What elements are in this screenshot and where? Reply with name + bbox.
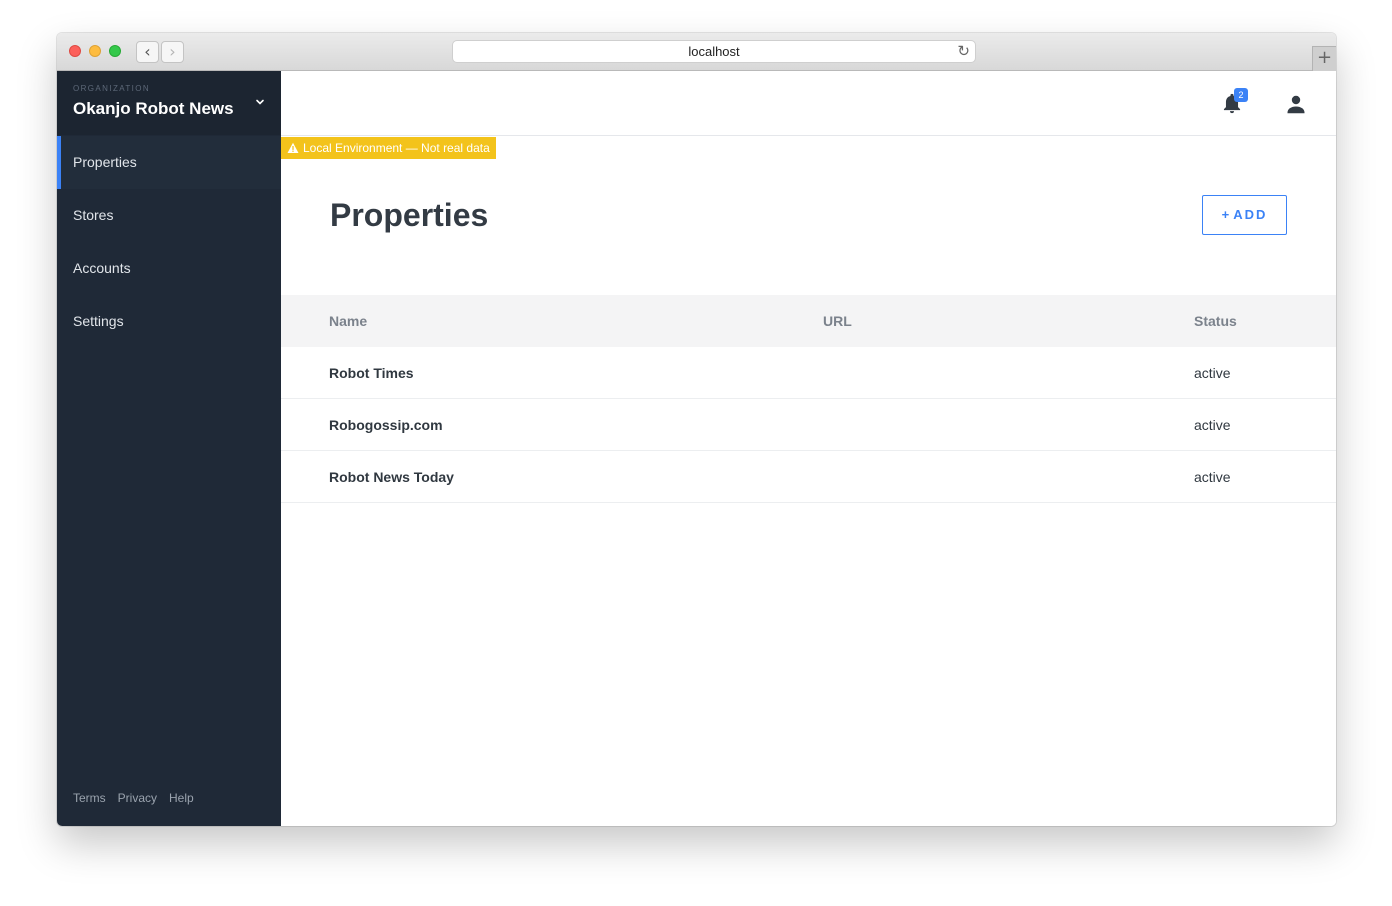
address-bar[interactable]: localhost ↻ <box>452 40 976 63</box>
back-button[interactable]: ‹ <box>136 41 159 63</box>
warning-icon <box>287 142 299 153</box>
environment-warning-banner: Local Environment — Not real data <box>281 137 496 159</box>
organization-name: Okanjo Robot News <box>73 99 234 118</box>
add-property-button[interactable]: + ADD <box>1202 195 1287 235</box>
top-bar: 2 <box>281 71 1336 136</box>
privacy-link[interactable]: Privacy <box>118 791 157 805</box>
sidebar-item-accounts[interactable]: Accounts <box>57 242 281 295</box>
reload-icon[interactable]: ↻ <box>957 41 970 62</box>
table-row[interactable]: Robot News Today active <box>281 451 1336 503</box>
sidebar: ORGANIZATION Okanjo Robot News Propertie… <box>57 71 281 826</box>
column-header-status[interactable]: Status <box>1194 295 1237 347</box>
plus-icon: + <box>1316 47 1333 68</box>
notification-count-badge: 2 <box>1234 88 1248 102</box>
browser-titlebar: ‹ › localhost ↻ + <box>57 33 1336 71</box>
property-name[interactable]: Robot Times <box>329 347 414 399</box>
organization-caption: ORGANIZATION <box>73 84 151 93</box>
add-button-label: ADD <box>1233 207 1268 222</box>
sidebar-item-properties[interactable]: Properties <box>57 136 281 189</box>
sidebar-footer: Terms Privacy Help <box>73 791 206 805</box>
table-row[interactable]: Robogossip.com active <box>281 399 1336 451</box>
terms-link[interactable]: Terms <box>73 791 106 805</box>
column-header-url[interactable]: URL <box>823 295 852 347</box>
property-status: active <box>1194 365 1231 381</box>
property-status: active <box>1194 469 1231 485</box>
minimize-window-button[interactable] <box>89 45 101 57</box>
column-header-name[interactable]: Name <box>329 295 367 347</box>
organization-switcher[interactable]: ORGANIZATION Okanjo Robot News <box>57 71 281 135</box>
property-status: active <box>1194 417 1231 433</box>
main-content: 2 Local Environment — Not real data Prop… <box>281 71 1336 826</box>
page-title: Properties <box>330 197 489 233</box>
help-link[interactable]: Help <box>169 791 194 805</box>
chevron-left-icon: ‹ <box>144 42 151 61</box>
chevron-down-icon <box>256 99 264 105</box>
property-name[interactable]: Robot News Today <box>329 451 454 503</box>
user-icon[interactable] <box>1284 92 1308 116</box>
new-tab-button[interactable]: + <box>1312 46 1336 71</box>
browser-window: ‹ › localhost ↻ + ORGANIZATION Okanjo Ro… <box>57 33 1336 826</box>
address-text: localhost <box>688 44 740 59</box>
chevron-right-icon: › <box>169 42 176 61</box>
environment-warning-text: Local Environment — Not real data <box>303 141 490 155</box>
property-name[interactable]: Robogossip.com <box>329 399 443 451</box>
close-window-button[interactable] <box>69 45 81 57</box>
properties-table: Name URL Status Robot Times active Robog… <box>281 295 1336 503</box>
plus-icon: + <box>1221 207 1230 222</box>
table-header: Name URL Status <box>281 295 1336 347</box>
forward-button[interactable]: › <box>161 41 184 63</box>
table-row[interactable]: Robot Times active <box>281 347 1336 399</box>
sidebar-item-stores[interactable]: Stores <box>57 189 281 242</box>
zoom-window-button[interactable] <box>109 45 121 57</box>
sidebar-item-settings[interactable]: Settings <box>57 295 281 348</box>
